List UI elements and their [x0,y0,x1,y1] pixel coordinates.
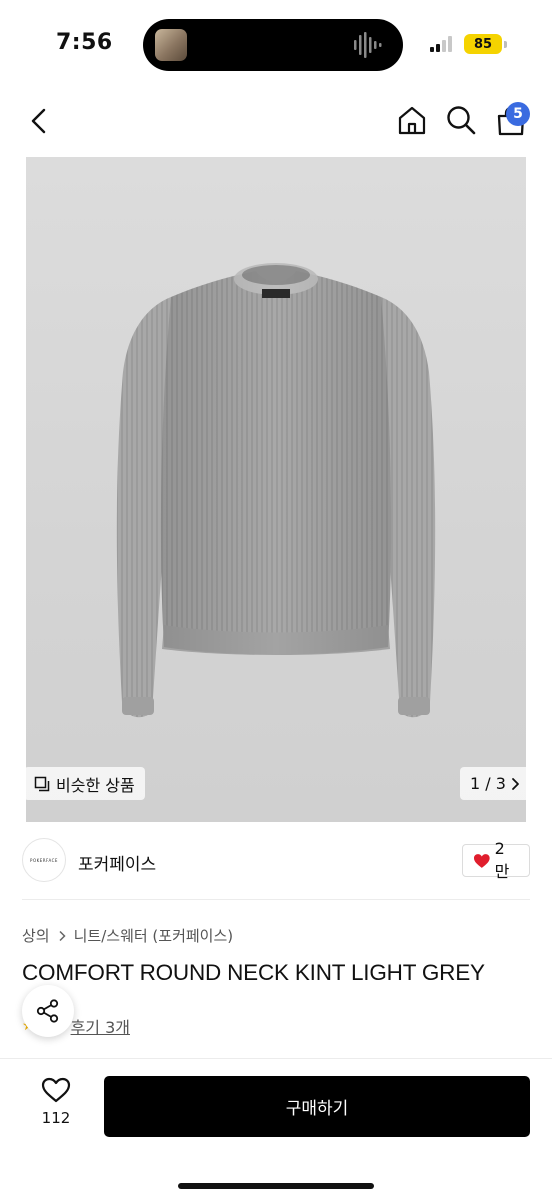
shop-logo: POKERFACE [30,857,58,863]
chevron-right-icon [512,777,519,790]
shop-name[interactable]: 포커페이스 [78,850,156,875]
similar-products-label: 비슷한 상품 [56,775,135,795]
heart-outline-icon [41,1077,71,1103]
status-time: 7:56 [56,30,113,55]
top-navigation [0,98,552,148]
wishlist-count: 112 [41,1109,71,1127]
product-image-gallery[interactable] [26,157,526,822]
share-icon [36,999,59,1023]
home-indicator[interactable] [178,1183,374,1189]
battery-tip [504,40,507,48]
shop-like-button[interactable]: 2만 [462,839,530,881]
buy-button[interactable]: 구매하기 [104,1076,530,1137]
search-icon[interactable] [445,104,477,136]
dynamic-island[interactable] [143,19,403,71]
cart-count-badge: 5 [506,102,530,126]
audio-waveform-icon [354,32,382,58]
heart-filled-icon [473,853,490,868]
product-title: COMFORT ROUND NECK KINT LIGHT GREY [22,960,485,985]
shop-like-count: 2만 [494,839,510,881]
breadcrumb-chevron-icon [59,930,66,941]
chevron-left-icon[interactable] [26,106,52,136]
home-icon[interactable] [396,104,428,136]
share-button[interactable] [22,985,74,1037]
status-indicators: 85 [430,33,507,55]
section-divider [22,899,530,900]
review-link[interactable]: 후기 3개 [71,1014,130,1038]
breadcrumb: 상의 니트/스웨터 (포커페이스) [22,925,233,946]
battery-level: 85 [473,36,493,52]
image-page-indicator[interactable]: 1 / 3 [460,767,530,800]
now-playing-thumbnail [155,29,187,61]
similar-products-button[interactable]: 비슷한 상품 [24,767,145,800]
shop-row: POKERFACE 포커페이스 2만 [22,838,530,886]
breadcrumb-category[interactable]: 상의 [22,925,50,946]
shop-avatar[interactable]: POKERFACE [22,838,66,882]
bottom-bar-divider [0,1058,552,1059]
page-indicator-text: 1 / 3 [470,774,506,793]
similar-items-icon [34,776,50,791]
breadcrumb-subcategory[interactable]: 니트/스웨터 (포커페이스) [74,925,234,946]
product-photo [116,263,436,718]
status-bar: 7:56 85 [0,0,552,90]
wishlist-button[interactable]: 112 [34,1077,78,1133]
cellular-signal-icon [430,36,456,52]
battery-icon: 85 [464,34,502,54]
